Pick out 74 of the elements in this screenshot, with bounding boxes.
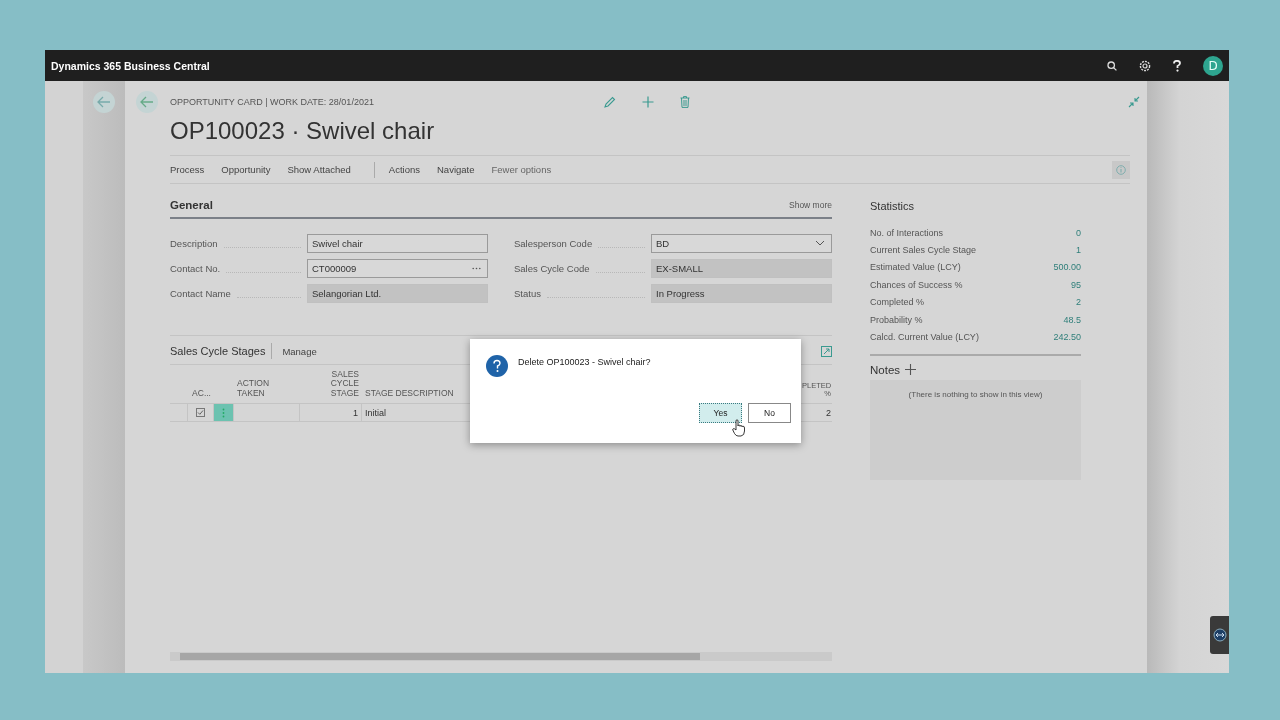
part-title: Sales Cycle Stages [170,345,266,357]
help-icon[interactable] [1173,59,1181,72]
stat-label: No. of Interactions [870,227,944,238]
stat-label: Completed % [870,297,925,308]
stat-value[interactable]: 1 [1076,245,1081,256]
section-title: General [170,199,213,211]
table-cell: 1 [300,404,362,421]
dialog-message: Delete OP100023 - Swivel chair? [518,357,651,367]
back-button[interactable] [136,91,158,113]
vertical-dots-icon [222,407,225,418]
info-icon [1116,164,1126,175]
app-title: Dynamics 365 Business Central [51,59,210,72]
ellipsis-icon[interactable] [472,266,481,270]
options-toggle[interactable]: Fewer options [491,164,559,175]
expand-icon[interactable] [821,345,832,357]
settings-icon[interactable] [1139,59,1151,72]
stat-value[interactable]: 48.5 [1063,314,1081,325]
dialog-button[interactable]: Yes [699,403,742,423]
manage-menu[interactable]: Manage [282,345,324,357]
field-label: Contact Name [170,287,231,299]
delete-icon[interactable] [679,96,690,108]
field-label: Status [514,287,541,299]
row-menu-button[interactable] [214,404,234,421]
back-arrow-icon [140,96,154,108]
stat-label: Chances of Success % [870,279,963,290]
page-title: OP100023 · Swivel chair [170,117,436,146]
stat-value[interactable]: 500.00 [1053,262,1081,273]
add-icon[interactable] [905,364,917,376]
action-menu[interactable]: Process [170,164,212,175]
stat-value[interactable]: 0 [1076,227,1081,238]
column-header[interactable]: ACTION TAKEN [234,379,300,399]
stat-label: Probability % [870,314,923,325]
stat-value[interactable]: 95 [1071,279,1081,290]
stat-label: Estimated Value (LCY) [870,262,961,273]
field-label: Contact No. [170,262,221,274]
readonly-field: In Progress [651,283,832,303]
breadcrumb: OPPORTUNITY CARD | WORK DATE: 28/01/2021 [170,97,374,107]
field-label: Description [170,237,218,249]
column-header[interactable]: AC... [188,389,214,399]
remote-tab-icon[interactable] [1210,616,1229,654]
readonly-field: Selangorian Ltd. [307,283,488,303]
user-avatar[interactable]: D [1203,55,1223,76]
dialog-button[interactable]: No [748,403,791,423]
chevron-down-icon[interactable] [815,240,825,246]
question-icon [486,355,508,377]
readonly-field: EX-SMALL [651,258,832,278]
edit-icon[interactable] [603,96,616,108]
horizontal-scrollbar[interactable] [170,652,832,661]
field-label: Sales Cycle Code [514,262,590,274]
section-title: Statistics [870,200,915,212]
hand-cursor-icon [732,419,746,437]
back-button[interactable] [93,91,115,113]
stat-value[interactable]: 242.50 [1053,332,1081,343]
action-menu[interactable]: Actions [388,164,427,175]
action-menu[interactable]: Opportunity [221,164,278,175]
action-menu[interactable]: Navigate [437,164,482,175]
info-button[interactable] [1112,160,1130,179]
collapse-icon[interactable] [1128,96,1140,108]
stat-value[interactable]: 2 [1076,297,1081,308]
dropdown-field[interactable]: BD [651,233,832,253]
lookup-field[interactable]: CT000009 [307,258,488,278]
column-header[interactable]: SALES CYCLE STAGE [300,369,362,399]
empty-message: (There is nothing to show in this view) [908,389,1043,401]
show-more-link[interactable]: Show more [789,200,832,210]
action-menu[interactable]: Show Attached [287,164,358,175]
stat-label: Current Sales Cycle Stage [870,245,977,256]
table-cell-text: 2 [825,406,832,420]
stat-label: Calcd. Current Value (LCY) [870,332,979,343]
text-field[interactable]: Swivel chair [307,233,488,253]
back-arrow-icon [97,96,111,108]
section-title: Notes [870,363,901,376]
search-icon[interactable] [1107,60,1117,71]
checkbox[interactable] [196,408,205,417]
field-label: Salesperson Code [514,237,593,249]
